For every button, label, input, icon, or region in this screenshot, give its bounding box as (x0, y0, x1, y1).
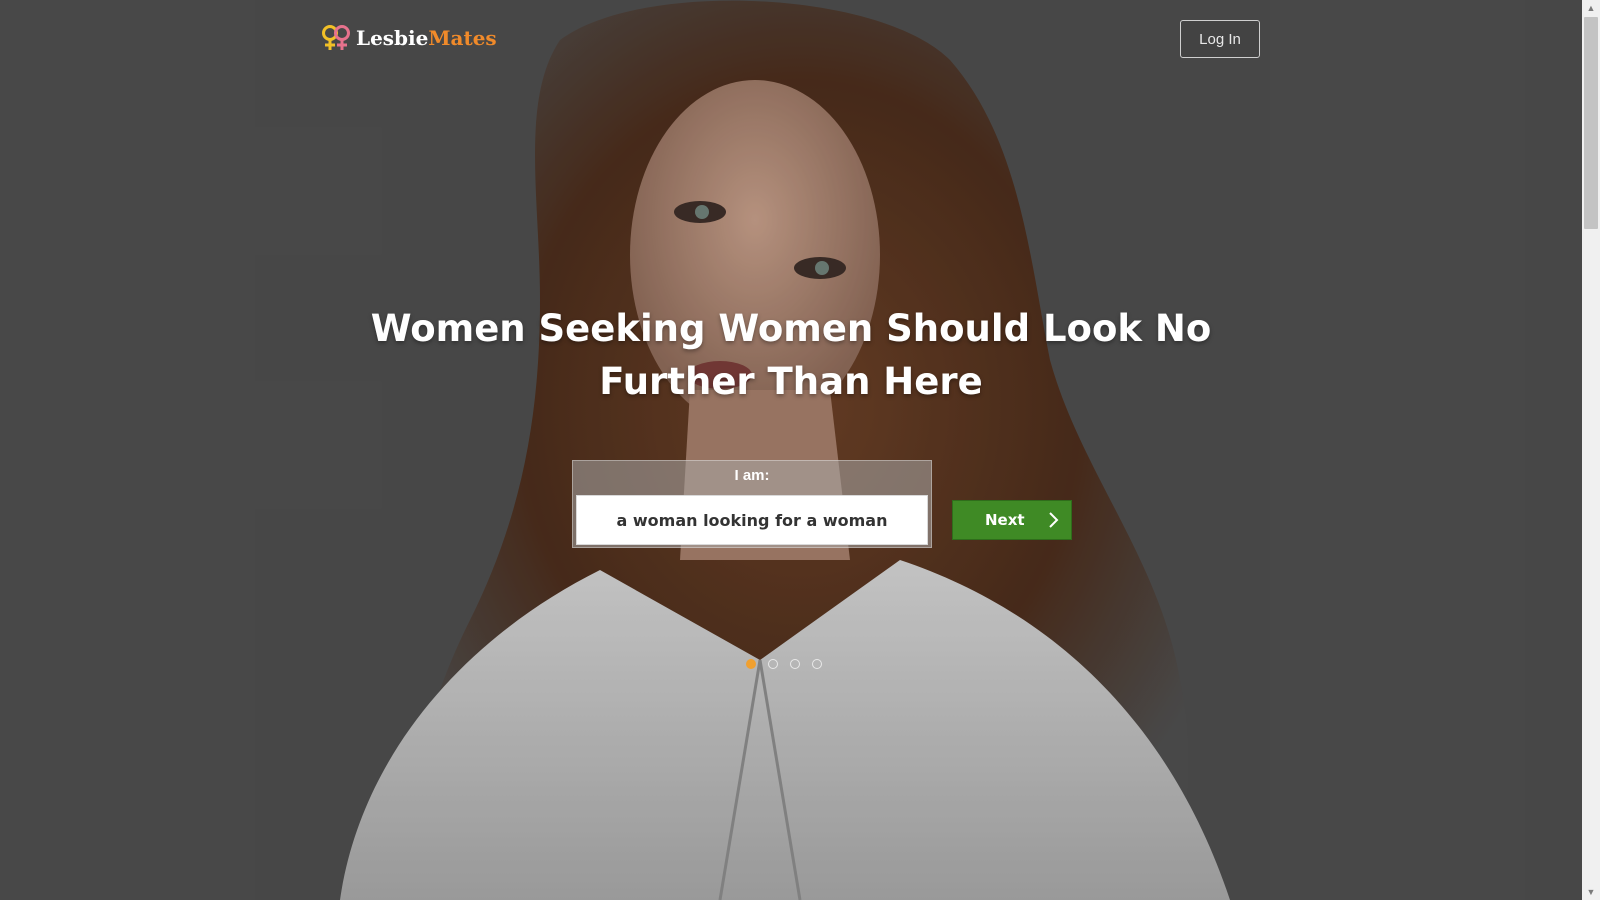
page: Lesbie Mates Log In Women Seeking Women S… (0, 0, 1600, 900)
headline-line-2: Further Than Here (599, 360, 983, 403)
hero-overlay (0, 0, 1582, 900)
logo-text-lesbie: Lesbie (356, 26, 429, 50)
carousel-dot-1[interactable] (746, 659, 756, 669)
hero-headline: Women Seeking Women Should Look No Furth… (300, 302, 1282, 408)
gender-label: I am: (734, 467, 770, 484)
login-button[interactable]: Log In (1180, 20, 1260, 58)
female-symbols-icon (322, 25, 350, 50)
logo-text-mates: Mates (428, 26, 497, 50)
vertical-scrollbar[interactable]: ▲ ▼ (1582, 0, 1600, 900)
carousel-dot-2[interactable] (768, 659, 778, 669)
site-logo[interactable]: Lesbie Mates (320, 24, 497, 52)
next-button-label: Next (985, 511, 1025, 529)
hero-section: Lesbie Mates Log In Women Seeking Women S… (0, 0, 1582, 900)
signup-form: I am: a woman looking for a woman (572, 460, 932, 548)
chevron-right-icon (1049, 512, 1059, 528)
scrollbar-thumb[interactable] (1584, 17, 1598, 229)
next-button[interactable]: Next (952, 500, 1072, 540)
carousel-dot-3[interactable] (790, 659, 800, 669)
carousel-dot-4[interactable] (812, 659, 822, 669)
carousel-dots (746, 659, 822, 669)
scroll-up-arrow-icon[interactable]: ▲ (1582, 0, 1600, 16)
gender-select[interactable]: a woman looking for a woman (576, 495, 928, 545)
scroll-down-arrow-icon[interactable]: ▼ (1582, 884, 1600, 900)
headline-line-1: Women Seeking Women Should Look No (370, 307, 1212, 350)
